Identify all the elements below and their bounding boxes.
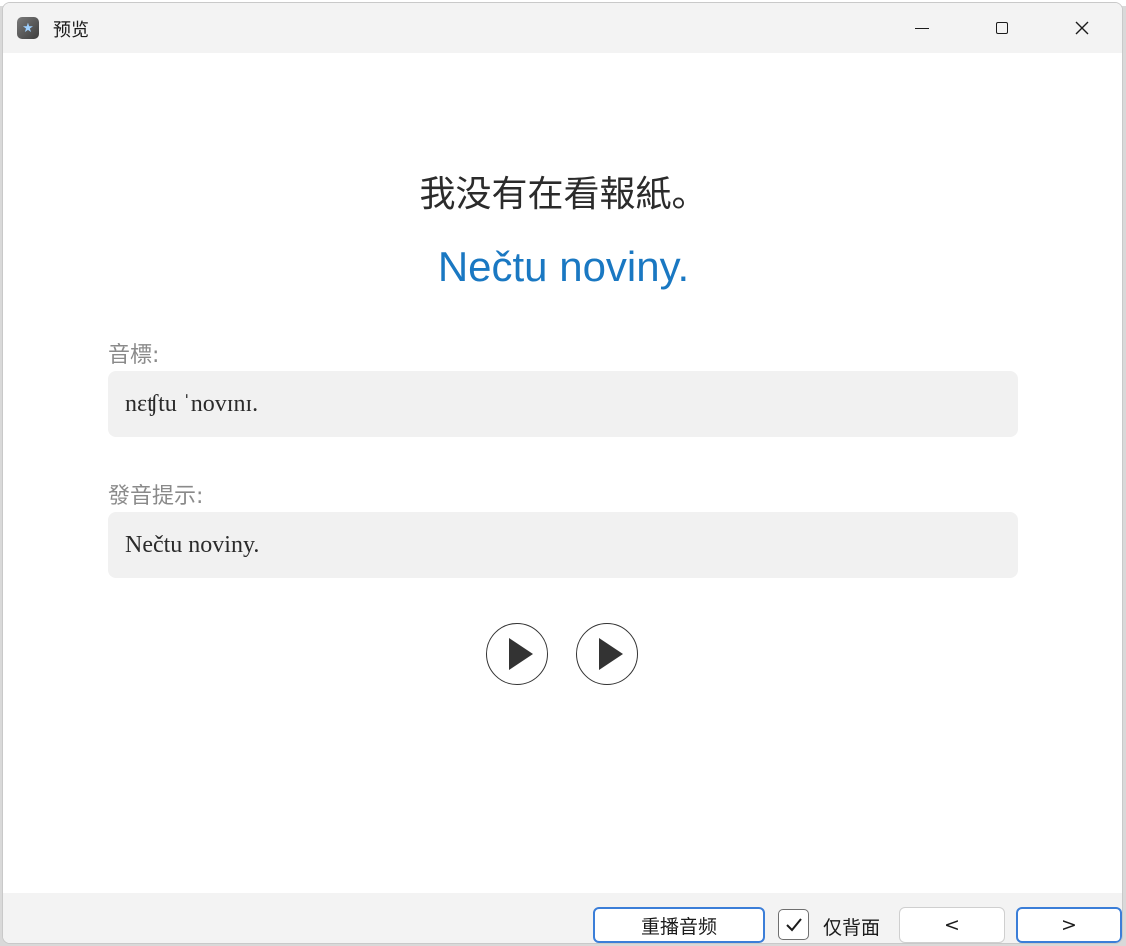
question-text: 我没有在看報紙。 <box>419 174 708 215</box>
maximize-button[interactable] <box>979 3 1025 53</box>
back-only-checkbox[interactable] <box>778 909 809 940</box>
title-bar: ★ 预览 <box>3 3 1122 53</box>
bottom-toolbar: 重播音频 仅背面 < > <box>3 893 1122 943</box>
answer-text: Nečtu noviny. <box>437 243 690 290</box>
card-content: 我没有在看報紙。 Nečtu noviny. 音標: nɛʧtu ˈnovɪnɪ… <box>3 53 1122 893</box>
previous-button[interactable]: < <box>899 907 1005 943</box>
phonetic-label: 音標: <box>108 343 160 368</box>
close-icon <box>1075 21 1089 35</box>
phonetic-field: nɛʧtu ˈnovɪnɪ. <box>108 371 1018 437</box>
checkmark-icon <box>785 917 802 931</box>
preview-window: ★ 预览 我没有在看報紙。 Nečtu noviny. 音標: nɛʧtu ˈn… <box>2 2 1123 944</box>
minimize-icon <box>915 27 929 29</box>
play-icon <box>599 638 623 670</box>
phonetic-value: nɛʧtu ˈnovɪnɪ. <box>125 390 259 417</box>
window-title: 预览 <box>53 20 89 41</box>
play-audio-button-1[interactable] <box>486 623 548 685</box>
replay-audio-button[interactable]: 重播音频 <box>593 907 765 943</box>
next-button[interactable]: > <box>1016 907 1122 943</box>
minimize-button[interactable] <box>899 3 945 53</box>
pronunciation-field: Nečtu noviny. <box>108 512 1018 578</box>
pronunciation-value: Nečtu noviny. <box>125 531 260 558</box>
play-icon <box>509 638 533 670</box>
close-button[interactable] <box>1059 3 1105 53</box>
app-icon: ★ <box>17 17 39 39</box>
pronunciation-label: 發音提示: <box>108 484 204 509</box>
play-audio-button-2[interactable] <box>576 623 638 685</box>
maximize-icon <box>996 22 1008 34</box>
back-only-label: 仅背面 <box>823 917 881 939</box>
